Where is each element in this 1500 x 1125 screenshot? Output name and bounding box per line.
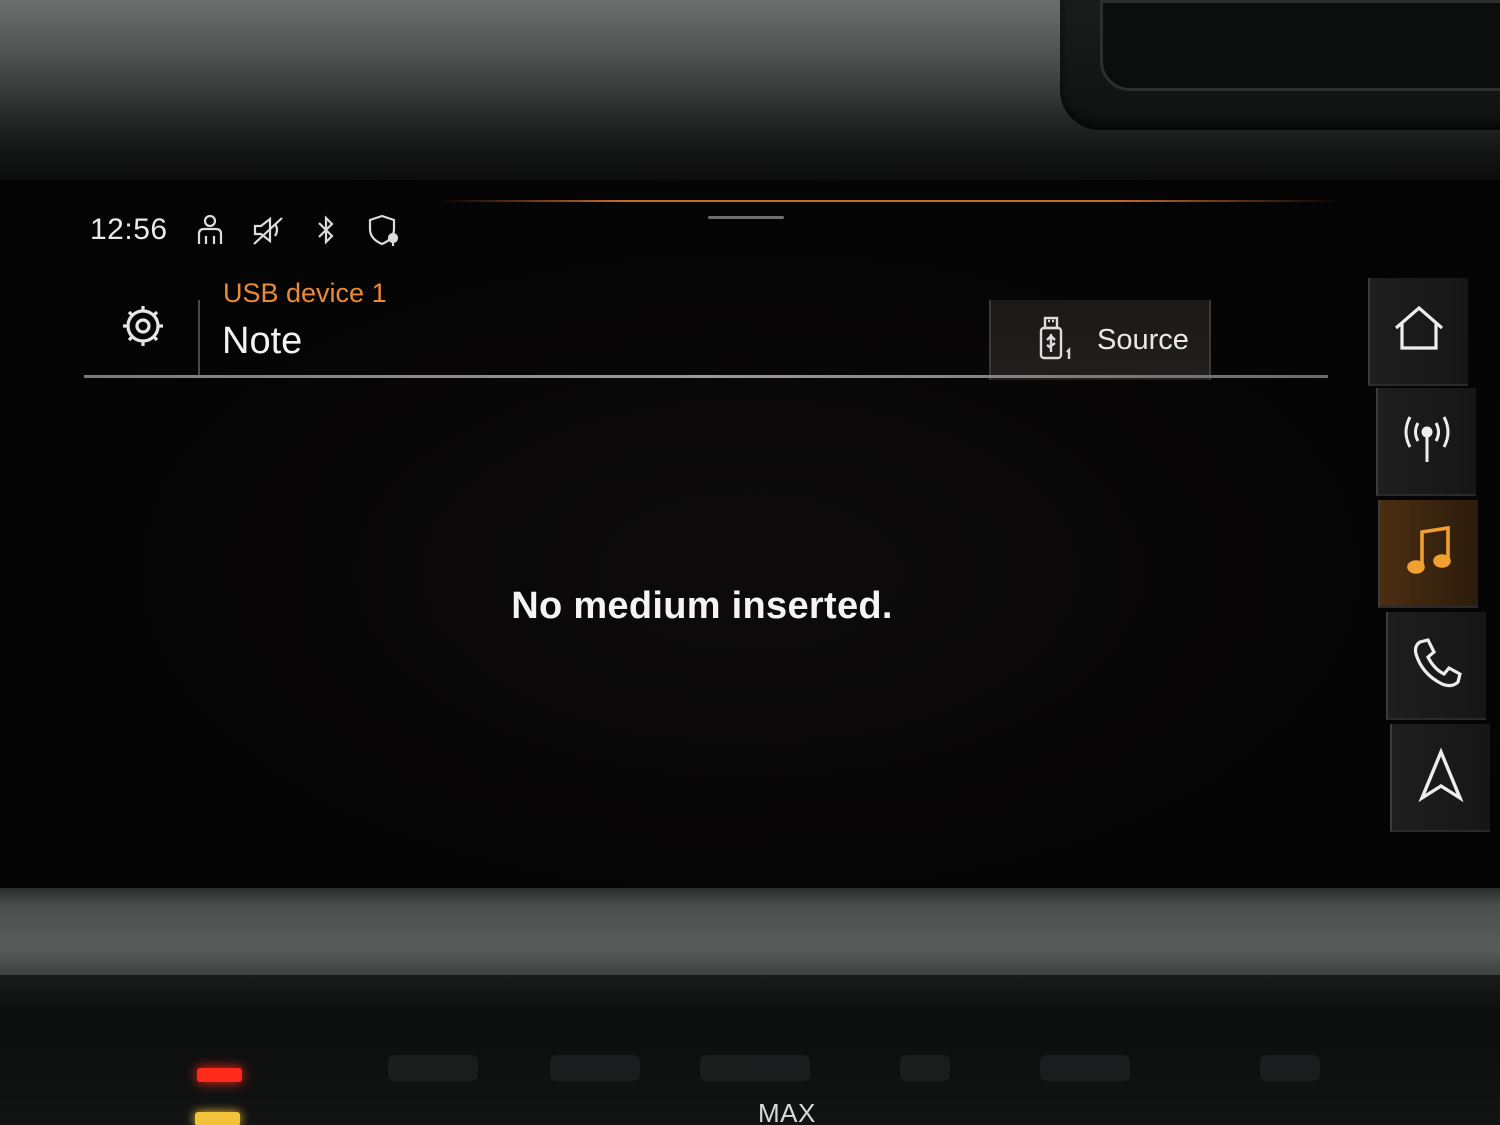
nav-home-button[interactable] [1368, 278, 1468, 386]
climate-control [1040, 1055, 1130, 1081]
no-medium-message: No medium inserted. [511, 585, 893, 627]
page-title: Note [222, 320, 303, 362]
navigation-icon [1412, 746, 1470, 808]
nav-media-button[interactable] [1378, 500, 1478, 608]
nav-phone-button[interactable] [1386, 612, 1486, 720]
screen-bezel [0, 888, 1500, 978]
source-name: USB device 1 [223, 278, 387, 308]
header-divider [198, 300, 200, 376]
climate-control [1260, 1055, 1320, 1081]
drag-handle[interactable] [708, 216, 784, 219]
source-button-label: Source [1097, 323, 1189, 356]
yellow-indicator-light [195, 1112, 240, 1125]
shield-location-icon [366, 212, 402, 248]
home-icon [1390, 300, 1448, 362]
status-bar: 12:56 [90, 205, 402, 255]
status-accent-line [440, 200, 1340, 202]
climate-control [388, 1055, 478, 1081]
air-vent [1060, 0, 1500, 130]
speaker-muted-icon [250, 212, 286, 248]
red-indicator-light [197, 1068, 242, 1082]
lower-dashboard [0, 975, 1500, 1125]
settings-button[interactable] [86, 282, 200, 374]
source-button[interactable]: Source [989, 300, 1211, 380]
gear-icon [119, 302, 167, 354]
nav-navigation-button[interactable] [1390, 724, 1490, 832]
right-nav [1368, 278, 1490, 843]
climate-control [900, 1055, 950, 1081]
radio-icon [1398, 410, 1456, 472]
person-icon [192, 212, 228, 248]
bluetooth-icon [308, 212, 344, 248]
nav-radio-button[interactable] [1376, 388, 1476, 496]
max-label: MAX [758, 1098, 816, 1125]
clock: 12:56 [90, 213, 168, 246]
header-underline [84, 375, 1328, 378]
climate-control [700, 1055, 810, 1081]
usb-stick-icon [1033, 314, 1077, 366]
car-dashboard-photo: 12:56 USB device 1 Note Source No medium… [0, 0, 1500, 1125]
music-note-icon [1400, 522, 1458, 584]
phone-icon [1408, 634, 1466, 696]
climate-control [550, 1055, 640, 1081]
